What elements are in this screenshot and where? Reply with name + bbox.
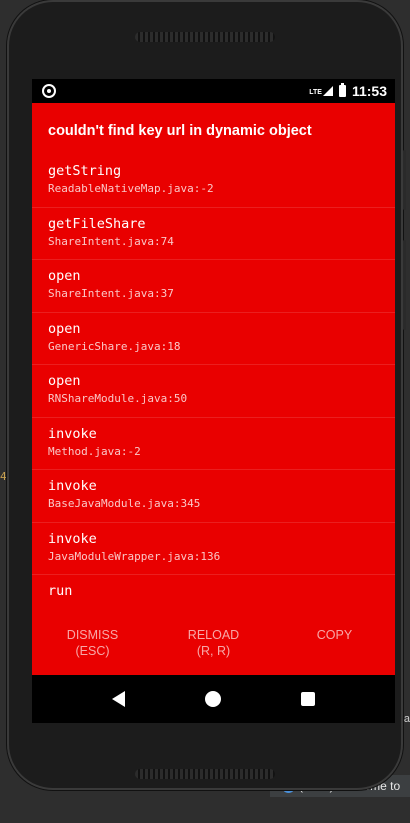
top-speaker <box>135 32 275 42</box>
battery-icon <box>338 83 346 97</box>
recent-apps-square-icon[interactable] <box>301 692 315 706</box>
frame-method: invoke <box>48 530 97 547</box>
volume-button <box>403 240 406 330</box>
device-screen: LTE 11:53 couldn't find key url in dynam… <box>32 79 395 723</box>
home-circle-icon[interactable] <box>205 691 221 707</box>
editor-text-fragment: a <box>403 713 410 725</box>
stack-trace-list[interactable]: getString ReadableNativeMap.java:-2 getF… <box>32 155 395 628</box>
power-button <box>403 150 406 210</box>
frame-method: open <box>48 268 81 284</box>
stack-frame[interactable]: invoke JavaModuleWrapper.java:136 <box>32 523 395 575</box>
reload-shortcut: (R, R) <box>196 644 231 658</box>
back-triangle-icon[interactable] <box>112 691 125 707</box>
frame-file: ReadableNativeMap.java:-2 <box>48 182 214 195</box>
frame-file: ShareIntent.java:37 <box>48 287 174 300</box>
copy-label: COPY <box>316 628 353 642</box>
dismiss-button[interactable]: DISMISS (ESC) <box>38 627 148 675</box>
network-type: LTE <box>309 89 322 96</box>
reload-button[interactable]: RELOAD (R, R) <box>159 627 269 675</box>
frame-method: getFileShare <box>48 215 146 232</box>
frame-method: getString <box>48 163 122 179</box>
editor-gutter-marker: 4 <box>0 470 7 483</box>
frame-file: BaseJavaModule.java:345 <box>48 497 201 510</box>
stack-frame[interactable]: getFileShare ShareIntent.java:74 <box>32 208 395 260</box>
signal-icon <box>322 86 333 96</box>
stack-frame[interactable]: invoke BaseJavaModule.java:345 <box>32 470 395 523</box>
stack-frame[interactable]: open RNShareModule.java:50 <box>32 365 395 418</box>
frame-file: RNShareModule.java:50 <box>48 392 188 405</box>
stack-frame[interactable]: open GenericShare.java:18 <box>32 313 395 365</box>
redbox-actions: DISMISS (ESC) RELOAD (R, R) COPY <box>32 609 395 675</box>
dismiss-shortcut: (ESC) <box>75 644 110 658</box>
stack-frame[interactable]: invoke Method.java:-2 <box>32 418 395 470</box>
frame-file: JavaModuleWrapper.java:136 <box>48 549 221 563</box>
frame-method: invoke <box>48 425 97 442</box>
reload-label: RELOAD <box>187 628 240 642</box>
stack-frame[interactable]: open ShareIntent.java:37 <box>32 260 395 313</box>
frame-file: Method.java:-2 <box>48 444 141 458</box>
phone-frame: LTE 11:53 couldn't find key url in dynam… <box>7 0 406 790</box>
circle-notification-icon <box>42 84 56 98</box>
frame-file: GenericShare.java:18 <box>48 339 181 353</box>
android-status-bar: LTE 11:53 <box>32 79 395 103</box>
clock: 11:53 <box>351 83 387 99</box>
bottom-speaker <box>135 769 275 779</box>
android-nav-bar <box>32 675 395 723</box>
frame-method: open <box>48 320 81 337</box>
lte-signal-icon: LTE <box>309 86 333 96</box>
stack-frame[interactable]: getString ReadableNativeMap.java:-2 <box>32 155 395 208</box>
frame-file: ShareIntent.java:74 <box>48 234 174 248</box>
copy-button[interactable]: COPY <box>280 627 390 675</box>
dismiss-label: DISMISS <box>66 628 119 642</box>
frame-method: invoke <box>48 478 97 494</box>
frame-method: run <box>48 583 73 599</box>
error-title: couldn't find key url in dynamic object <box>48 123 312 139</box>
frame-method: open <box>48 373 81 389</box>
